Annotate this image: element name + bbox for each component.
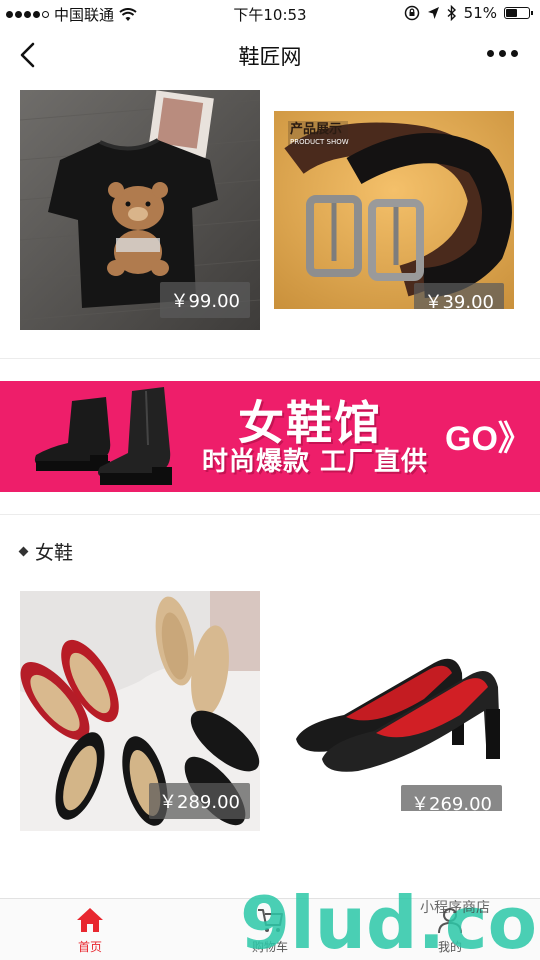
nav-bar: 鞋匠网 <box>0 28 540 84</box>
status-bar: 中国联通 下午10:53 51% <box>0 0 540 28</box>
tab-me[interactable]: 我的 <box>400 905 500 955</box>
tab-label: 购物车 <box>251 940 288 954</box>
belt-image: 产品展示 PRODUCT SHOW <box>274 111 514 309</box>
diamond-bullet-icon <box>18 546 29 557</box>
divider <box>0 514 540 515</box>
banner-go-button[interactable]: GO》 <box>445 411 532 460</box>
rotation-lock-icon <box>404 5 419 21</box>
pumps-image <box>274 611 514 811</box>
home-icon <box>77 908 103 932</box>
tab-bar: 首页 购物车 我的 <box>0 898 540 960</box>
user-icon <box>438 908 462 934</box>
section-title: 女鞋 <box>35 542 74 564</box>
tab-cart[interactable]: 购物车 <box>220 905 320 955</box>
section-header: 女鞋 <box>18 538 74 565</box>
cart-icon <box>258 909 283 932</box>
tab-label: 首页 <box>77 940 102 954</box>
bluetooth-icon <box>447 5 456 21</box>
price-tag: ￥39.00 <box>414 283 504 309</box>
product-card-belt[interactable]: 产品展示 PRODUCT SHOW ￥39.00 <box>274 111 514 309</box>
product-card-flats[interactable]: ￥289.00 <box>20 591 260 831</box>
location-icon <box>427 7 439 19</box>
more-options-icon[interactable] <box>487 50 518 57</box>
price-tag: ￥99.00 <box>160 282 250 318</box>
image-caption-en: PRODUCT SHOW <box>290 138 349 146</box>
divider <box>0 358 540 359</box>
banner-subtitle: 时尚爆款 工厂直供 <box>202 447 429 477</box>
tab-label: 我的 <box>437 940 462 954</box>
price-tag: ￥269.00 <box>401 785 502 811</box>
battery-percent: 51% <box>463 4 497 22</box>
battery-fill <box>506 9 517 17</box>
tab-home[interactable]: 首页 <box>40 905 140 955</box>
promo-banner[interactable]: 女鞋馆 时尚爆款 工厂直供 GO》 <box>0 381 540 492</box>
product-card-tshirt[interactable]: ￥99.00 <box>20 90 260 330</box>
image-caption-cn: 产品展示 <box>290 121 342 137</box>
price-tag: ￥289.00 <box>149 783 250 819</box>
page-title: 鞋匠网 <box>238 45 302 69</box>
status-right: 51% <box>404 4 533 22</box>
product-card-pumps[interactable]: ￥269.00 <box>274 611 514 811</box>
battery-icon <box>504 7 533 19</box>
boots-image <box>34 387 172 485</box>
